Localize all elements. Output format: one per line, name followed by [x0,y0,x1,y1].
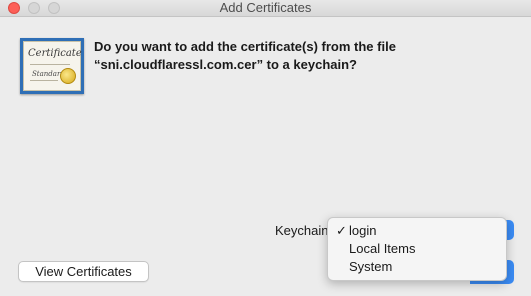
certificate-seal-icon [60,68,76,84]
keychain-option-local-items[interactable]: Local Items [328,240,506,258]
keychain-option-label: System [349,259,393,274]
certificate-rule [30,64,70,65]
window-title: Add Certificates [219,0,312,15]
keychain-option-label: Local Items [349,241,416,256]
keychain-option-label: login [349,223,377,238]
keychain-option-system[interactable]: System [328,258,506,276]
title-bar: Add Certificates [0,0,531,17]
keychain-dropdown-menu: ✓ login Local Items System [327,217,507,281]
certificate-paper: Certificate Standard [23,41,82,91]
certificate-icon: Certificate Standard [20,38,84,94]
checkmark-icon: ✓ [336,223,347,238]
dialog-message-line2: “sni.cloudflaressl.com.cer” to a keychai… [94,57,357,72]
certificate-rule [30,80,58,81]
dialog-message-line1: Do you want to add the certificate(s) fr… [94,39,396,54]
keychain-label: Keychain [275,223,329,238]
certificate-script-title: Certificate [28,48,82,59]
dialog-message: Do you want to add the certificate(s) fr… [94,38,514,74]
view-certificates-button[interactable]: View Certificates [18,261,149,282]
keychain-option-login[interactable]: ✓ login [328,222,506,240]
